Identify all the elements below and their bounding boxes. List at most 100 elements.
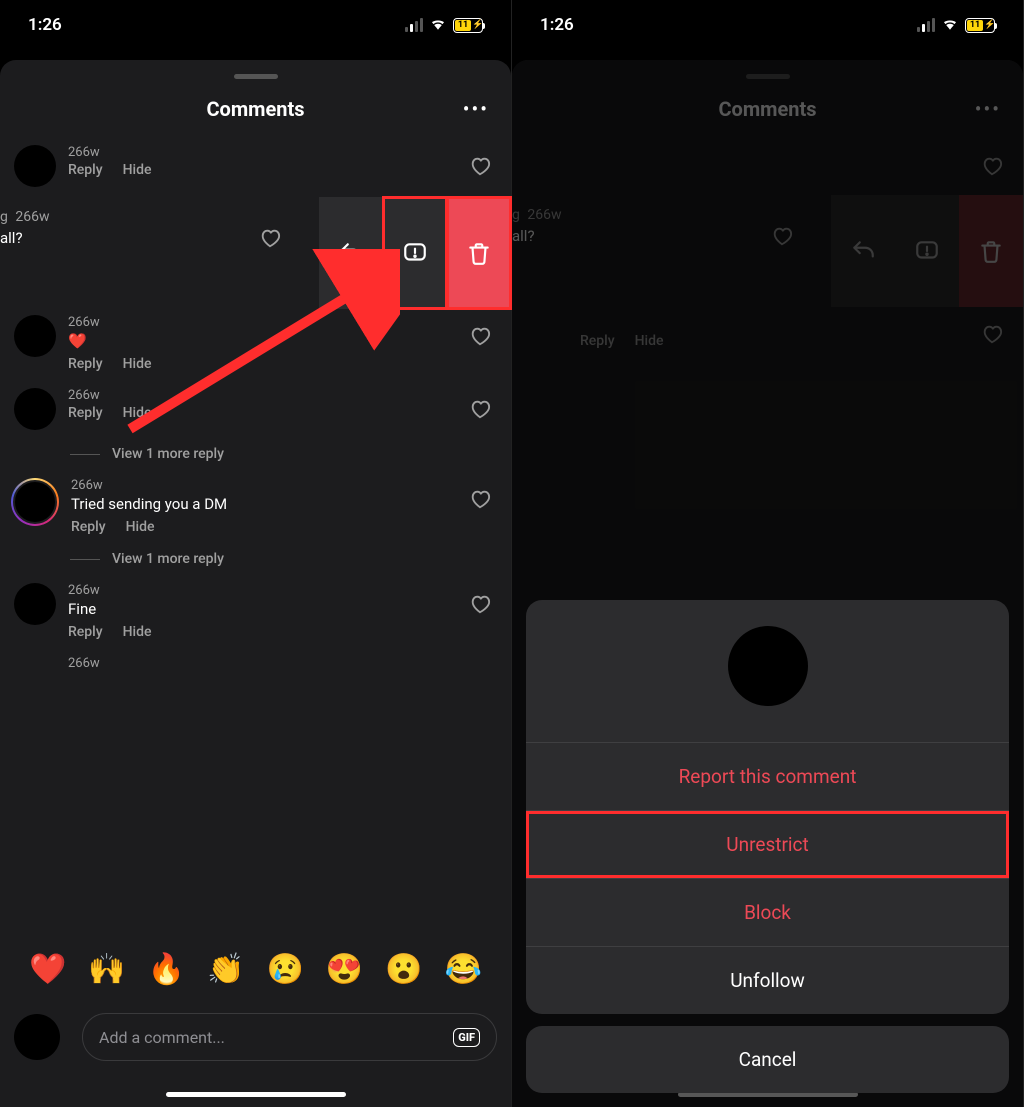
more-icon[interactable]: •••	[463, 97, 489, 121]
comment-item[interactable]: 266w	[0, 650, 511, 673]
like-button[interactable]	[469, 325, 491, 351]
hide-button[interactable]: Hide	[123, 624, 152, 640]
like-button[interactable]	[469, 593, 491, 619]
action-cancel[interactable]: Cancel	[526, 1026, 1009, 1093]
emoji-laugh[interactable]: 😂	[445, 952, 482, 987]
reply-button: Reply	[580, 333, 615, 349]
emoji-cry[interactable]: 😢	[267, 952, 304, 987]
comment-time: 266w	[527, 207, 561, 223]
hide-button[interactable]: Hide	[123, 356, 152, 372]
hide-button: Hide	[635, 333, 664, 349]
action-sheet-card: Report this comment Unrestrict Block Unf…	[526, 600, 1009, 1014]
like-button	[981, 323, 1003, 349]
swipe-report-button[interactable]	[383, 197, 447, 309]
swipe-delete-button[interactable]	[447, 197, 511, 309]
action-unfollow[interactable]: Unfollow	[526, 946, 1009, 1014]
comment-text: Tried sending you a DM	[71, 495, 497, 513]
self-avatar[interactable]	[14, 1014, 60, 1060]
action-unrestrict[interactable]: Unrestrict	[526, 810, 1009, 878]
comments-list[interactable]: 266w Reply Hide g 266w all?	[0, 139, 511, 673]
like-button[interactable]	[469, 398, 491, 424]
hide-button[interactable]: Hide	[123, 162, 152, 178]
emoji-heart[interactable]: ❤️	[29, 952, 66, 987]
emoji-raised-hands[interactable]: 🙌	[88, 952, 125, 987]
like-button	[981, 155, 1003, 181]
like-button	[771, 225, 793, 251]
comment-text: ❤️	[68, 332, 497, 350]
comment-item: Reply Hide	[512, 307, 1023, 359]
comment-time: 266w	[15, 209, 49, 225]
comment-item[interactable]: 266w Reply Hide	[0, 139, 511, 197]
reply-button[interactable]: Reply	[68, 624, 103, 640]
swipe-actions	[319, 197, 511, 309]
comment-text: all?	[0, 229, 23, 247]
hide-button[interactable]: Hide	[123, 405, 152, 421]
status-bar: 1:26 11 ⚡	[512, 0, 1023, 50]
sheet-header: Comments •••	[512, 89, 1023, 139]
comment-time: 266w	[68, 583, 497, 598]
phone-right: 1:26 11 ⚡ Comments •••	[512, 0, 1024, 1107]
comment-text: all?	[512, 227, 535, 245]
comments-sheet: Comments ••• 266w Reply Hide	[0, 60, 511, 1107]
view-more-replies[interactable]: View 1 more reply	[0, 545, 511, 577]
comment-time: 266w	[68, 145, 497, 160]
more-icon: •••	[975, 97, 1001, 121]
page-title: Comments	[718, 97, 816, 121]
swipe-actions	[831, 195, 1023, 307]
hide-button[interactable]: Hide	[126, 519, 155, 535]
avatar[interactable]	[14, 583, 56, 625]
gif-button[interactable]: GIF	[453, 1028, 480, 1047]
avatar[interactable]	[14, 388, 56, 430]
comment-item-swiped: g 266w all?	[512, 195, 1023, 307]
view-more-replies[interactable]: View 1 more reply	[0, 440, 511, 472]
like-button[interactable]	[259, 227, 281, 253]
emoji-clap[interactable]: 👏	[207, 952, 244, 987]
avatar[interactable]	[14, 315, 56, 357]
avatar[interactable]	[14, 145, 56, 187]
wifi-icon	[941, 15, 959, 35]
comment-item[interactable]: 266w ❤️ Reply Hide	[0, 309, 511, 382]
reply-button[interactable]: Reply	[71, 519, 106, 535]
action-sheet-avatar	[728, 626, 808, 706]
emoji-wow[interactable]: 😮	[385, 952, 422, 987]
reply-button[interactable]: Reply	[68, 405, 103, 421]
comment-item-swiped[interactable]: g 266w all?	[0, 197, 511, 309]
phone-left: 1:26 11 ⚡ Comments ••• 266w	[0, 0, 512, 1107]
cellular-icon	[405, 18, 423, 32]
emoji-fire[interactable]: 🔥	[148, 952, 185, 987]
comment-composer: Add a comment... GIF	[0, 1013, 511, 1061]
drag-handle	[746, 74, 790, 79]
comment-text: Fine	[68, 600, 497, 618]
like-button[interactable]	[469, 488, 491, 514]
emoji-heart-eyes[interactable]: 😍	[326, 952, 363, 987]
status-indicators: 11 ⚡	[917, 15, 995, 35]
comment-time: 266w	[68, 656, 497, 671]
comment-item[interactable]: 266w Reply Hide	[0, 382, 511, 440]
action-sheet-avatar-wrap	[526, 600, 1009, 742]
battery-icon: 11 ⚡	[965, 18, 995, 33]
comment-item[interactable]: 266w Tried sending you a DM Reply Hide	[0, 472, 511, 545]
comment-item[interactable]: 266w Fine Reply Hide	[0, 577, 511, 650]
comment-input[interactable]: Add a comment... GIF	[82, 1013, 497, 1061]
reply-button[interactable]: Reply	[68, 162, 103, 178]
swipe-reply-button	[831, 195, 895, 307]
swipe-reply-button[interactable]	[319, 197, 383, 309]
sheet-header: Comments •••	[0, 89, 511, 139]
avatar-story-ring[interactable]	[11, 478, 59, 526]
page-title: Comments	[206, 97, 304, 121]
action-report[interactable]: Report this comment	[526, 742, 1009, 810]
like-button[interactable]	[469, 155, 491, 181]
status-time: 1:26	[28, 15, 62, 35]
action-block[interactable]: Block	[526, 878, 1009, 946]
wifi-icon	[429, 15, 447, 35]
swipe-report-button	[895, 195, 959, 307]
drag-handle[interactable]	[234, 74, 278, 79]
comment-placeholder: Add a comment...	[99, 1028, 225, 1047]
comment-time: 266w	[71, 478, 497, 493]
comments-sheet-dimmed: Comments ••• g 266w all?	[512, 60, 1023, 1107]
home-indicator[interactable]	[166, 1092, 346, 1097]
status-time: 1:26	[540, 15, 574, 35]
reply-button[interactable]: Reply	[68, 356, 103, 372]
cellular-icon	[917, 18, 935, 32]
comment-label: g	[512, 207, 520, 223]
